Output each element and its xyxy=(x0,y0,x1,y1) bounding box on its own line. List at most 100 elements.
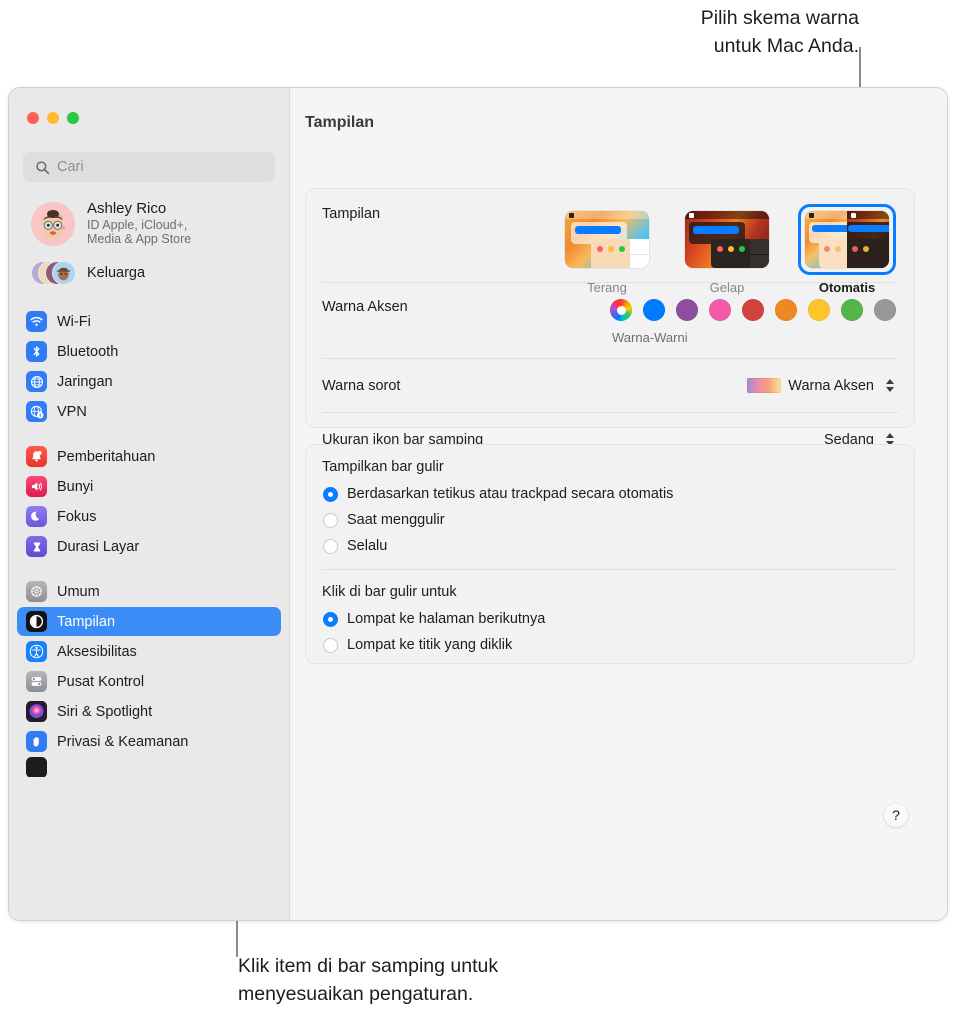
zoom-button[interactable] xyxy=(67,112,79,124)
accent-swatch-green[interactable] xyxy=(841,299,863,321)
radio-show-scrollbars-always[interactable]: Selalu xyxy=(322,533,898,559)
accent-swatch-orange[interactable] xyxy=(775,299,797,321)
globe-icon xyxy=(26,371,47,393)
chevron-up-icon xyxy=(885,433,894,438)
radio-indicator xyxy=(323,512,338,528)
show-scroll-bars-title: Tampilkan bar gulir xyxy=(322,459,444,475)
radio-click-jump-next-page[interactable]: Lompat ke halaman berikutnya xyxy=(322,606,898,632)
minimize-button[interactable] xyxy=(47,112,59,124)
sidebar-item-family[interactable]: Keluarga xyxy=(17,255,281,291)
chevron-up-icon xyxy=(885,379,894,384)
theme-option-dark[interactable]: Gelap xyxy=(678,204,776,295)
accent-swatch-blue[interactable] xyxy=(643,299,665,321)
theme-option-auto[interactable]: Otomatis xyxy=(798,204,896,295)
appearance-icon xyxy=(26,611,47,633)
search-icon xyxy=(36,160,50,174)
sidebar-item-label: Pusat Kontrol xyxy=(57,673,145,690)
radio-label: Berdasarkan tetikus atau trackpad secara… xyxy=(347,486,674,502)
mini-dark-half xyxy=(847,211,889,268)
highlight-color-popup-button[interactable] xyxy=(881,373,898,398)
accent-swatch-graphite[interactable] xyxy=(874,299,896,321)
sidebar-item-general[interactable]: Umum xyxy=(17,577,281,606)
radio-click-jump-to-spot[interactable]: Lompat ke titik yang diklik xyxy=(322,632,898,658)
sidebar-item-wifi[interactable]: Wi-Fi xyxy=(17,307,281,336)
control-center-icon xyxy=(26,671,47,693)
sidebar-item-network[interactable]: Jaringan xyxy=(17,367,281,396)
callout-bottom-text: Klik item di bar samping untuk menyesuai… xyxy=(238,955,499,1005)
accent-swatch-multicolor[interactable] xyxy=(610,299,632,321)
mini-selection-bar xyxy=(693,226,739,234)
radio-indicator xyxy=(323,538,338,554)
account-subtitle-line1: ID Apple, iCloud+, xyxy=(87,217,188,232)
radio-show-scrollbars-auto[interactable]: Berdasarkan tetikus atau trackpad secara… xyxy=(322,481,898,507)
sidebar-item-accessibility[interactable]: Aksesibilitas xyxy=(17,637,281,666)
radio-show-scrollbars-when-scrolling[interactable]: Saat menggulir xyxy=(322,507,898,533)
family-avatars-icon xyxy=(31,260,76,286)
sidebar-item-partial-next[interactable] xyxy=(17,757,281,778)
help-button-label: ? xyxy=(892,807,900,823)
highlight-color-value: Warna Aksen xyxy=(788,377,874,394)
mini-selection-bar xyxy=(848,225,889,232)
mini-front-window xyxy=(711,239,769,268)
sidebar-item-appearance[interactable]: Tampilan xyxy=(17,607,281,637)
accent-swatch-yellow[interactable] xyxy=(808,299,830,321)
radio-label: Saat menggulir xyxy=(347,512,445,528)
sidebar-item-vpn[interactable]: VPN xyxy=(17,397,281,426)
sidebar-group-notifications: Pemberitahuan Bunyi Fokus Durasi Layar xyxy=(9,442,289,561)
help-button[interactable]: ? xyxy=(884,803,908,827)
sidebar-item-apple-account[interactable]: Ashley Rico ID Apple, iCloud+, Media & A… xyxy=(17,194,281,253)
sidebar-item-notifications[interactable]: Pemberitahuan xyxy=(17,442,281,471)
sidebar-item-privacy-security[interactable]: Privasi & Keamanan xyxy=(17,727,281,756)
chevron-down-icon xyxy=(885,387,894,392)
sidebar-scroll-area[interactable]: Ashley Rico ID Apple, iCloud+, Media & A… xyxy=(9,194,289,920)
desktop-dock-icon xyxy=(26,757,47,778)
click-scroll-bar-title: Klik di bar gulir untuk xyxy=(322,584,457,600)
radio-indicator xyxy=(323,486,338,502)
sidebar-item-label: Privasi & Keamanan xyxy=(57,733,189,750)
theme-option-light[interactable]: Terang xyxy=(558,204,656,295)
theme-options: Terang Gelap Otomatis xyxy=(558,204,898,295)
radio-indicator xyxy=(323,611,338,627)
sidebar-item-focus[interactable]: Fokus xyxy=(17,502,281,531)
accent-caption: Warna-Warni xyxy=(612,330,688,345)
sidebar-item-sound[interactable]: Bunyi xyxy=(17,472,281,501)
system-settings-window: Ashley Rico ID Apple, iCloud+, Media & A… xyxy=(8,87,948,921)
sidebar-group-network: Wi-Fi Bluetooth Jaringan VPN xyxy=(9,307,289,426)
bluetooth-icon xyxy=(26,341,47,363)
sidebar-item-label: Keluarga xyxy=(87,265,146,282)
main-content: Tampilan Tampilan Terang Gelap Otomatis … xyxy=(290,88,947,920)
mini-front-window xyxy=(591,239,649,268)
accent-swatch-purple[interactable] xyxy=(676,299,698,321)
sidebar-item-label: Aksesibilitas xyxy=(57,643,137,660)
mini-front-window xyxy=(847,239,889,268)
accent-swatch-red[interactable] xyxy=(742,299,764,321)
mini-apple-icon xyxy=(689,212,694,218)
accent-swatch-pink[interactable] xyxy=(709,299,731,321)
sidebar: Ashley Rico ID Apple, iCloud+, Media & A… xyxy=(9,88,290,920)
accent-swatches xyxy=(610,299,896,321)
accent-color-label: Warna Aksen xyxy=(322,299,408,315)
sidebar-item-label: Bluetooth xyxy=(57,343,119,360)
sidebar-item-siri-spotlight[interactable]: Siri & Spotlight xyxy=(17,697,281,726)
mini-front-window xyxy=(819,239,847,268)
click-scroll-bar-group: Klik di bar gulir untuk Lompat ke halama… xyxy=(306,570,914,668)
sidebar-search-field[interactable] xyxy=(23,152,275,182)
sidebar-item-screen-time[interactable]: Durasi Layar xyxy=(17,532,281,561)
sidebar-item-bluetooth[interactable]: Bluetooth xyxy=(17,337,281,366)
sidebar-item-label: Umum xyxy=(57,583,100,600)
search-input[interactable] xyxy=(57,159,267,175)
avatar xyxy=(31,201,75,246)
accessibility-icon xyxy=(26,641,47,663)
close-button[interactable] xyxy=(27,112,39,124)
radio-label: Lompat ke halaman berikutnya xyxy=(347,611,546,627)
mini-menubar xyxy=(565,211,649,219)
sidebar-item-control-center[interactable]: Pusat Kontrol xyxy=(17,667,281,696)
mini-apple-icon xyxy=(851,212,856,218)
mini-menubar xyxy=(685,211,769,219)
radio-indicator xyxy=(323,637,338,653)
appearance-settings-card: Tampilan Terang Gelap Otomatis Warna Aks… xyxy=(305,188,915,505)
mini-apple-icon xyxy=(809,212,814,218)
theme-thumbnail-auto xyxy=(805,211,889,268)
sidebar-item-label: Pemberitahuan xyxy=(57,448,156,465)
wifi-icon xyxy=(26,311,47,333)
